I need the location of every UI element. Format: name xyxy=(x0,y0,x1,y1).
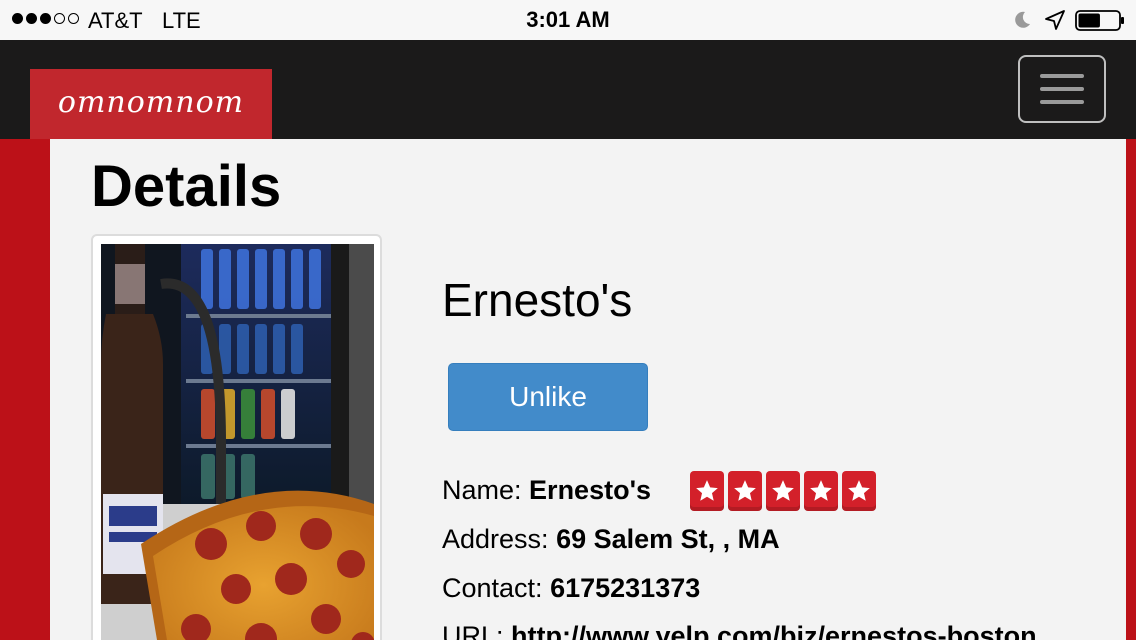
status-time: 3:01 AM xyxy=(526,7,610,32)
unlike-button[interactable]: Unlike xyxy=(448,363,648,431)
star-rating xyxy=(690,471,876,511)
name-label: Name: xyxy=(442,475,522,505)
url-row: URL: http://www.yelp.com/biz/ernestos-bo… xyxy=(442,621,1037,640)
page-background: Details Ernesto's Unlike Name: Ernesto's… xyxy=(0,139,1136,640)
url-label: URL: xyxy=(442,621,504,640)
address-label: Address: xyxy=(442,524,549,554)
status-bar: AT&T LTE 3:01 AM xyxy=(0,0,1136,40)
contact-value: 6175231373 xyxy=(550,573,701,603)
menu-toggle-button[interactable] xyxy=(1018,55,1106,123)
contact-label: Contact: xyxy=(442,573,543,603)
brand-logo[interactable]: omnomnom xyxy=(30,69,272,139)
address-row: Address: 69 Salem St, , MA xyxy=(442,524,780,555)
navbar: omnomnom xyxy=(0,40,1136,139)
star-icon xyxy=(842,471,876,511)
moon-icon xyxy=(1015,11,1030,28)
page-title: Details xyxy=(91,154,282,219)
location-arrow-icon xyxy=(1045,10,1065,30)
address-value: 69 Salem St, , MA xyxy=(556,524,780,554)
battery-icon xyxy=(1075,10,1124,31)
details-panel: Details Ernesto's Unlike Name: Ernesto's… xyxy=(50,139,1126,640)
star-icon xyxy=(728,471,762,511)
star-icon xyxy=(690,471,724,511)
url-link[interactable]: http://www.yelp.com/biz/ernestos-boston xyxy=(511,621,1037,640)
restaurant-photo xyxy=(101,244,374,640)
hamburger-icon xyxy=(1040,74,1084,78)
star-icon xyxy=(804,471,838,511)
star-icon xyxy=(766,471,800,511)
restaurant-name: Ernesto's xyxy=(442,274,633,326)
name-row: Name: Ernesto's xyxy=(442,475,651,506)
contact-row: Contact: 6175231373 xyxy=(442,573,700,604)
restaurant-photo-frame xyxy=(91,234,382,640)
name-value: Ernesto's xyxy=(529,475,652,505)
